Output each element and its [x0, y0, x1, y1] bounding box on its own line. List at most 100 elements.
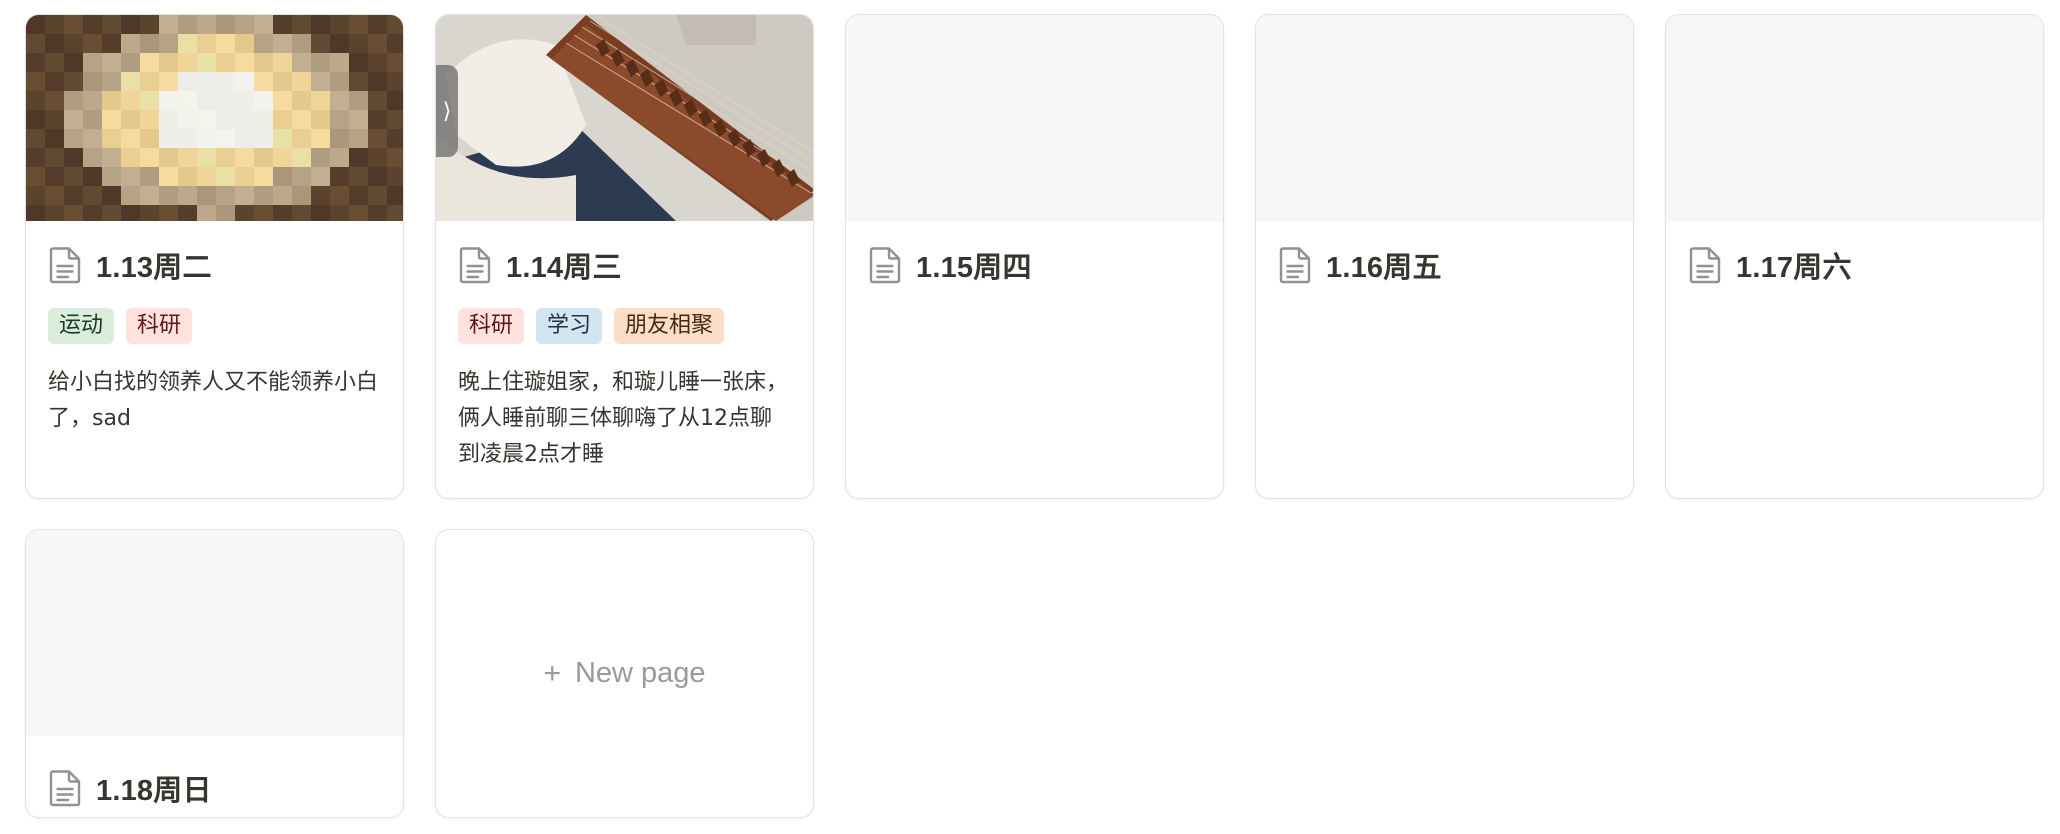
cover-mosaic-tile [216, 129, 235, 148]
cover-mosaic-tile [45, 15, 64, 34]
cover-mosaic-tile [311, 167, 330, 186]
cover-mosaic-tile [197, 34, 216, 53]
cover-mosaic-tile [83, 129, 102, 148]
cover-mosaic-tile [102, 167, 121, 186]
cover-mosaic-tile [387, 110, 403, 129]
gallery-card-1-14[interactable]: ⟩ 1.14周三 科研 学习 朋友相聚 晚上住璇姐家，和璇儿睡一张床，俩人睡前聊… [435, 14, 814, 499]
cover-mosaic-tile [140, 91, 159, 110]
cover-mosaic-tile [349, 167, 368, 186]
cover-mosaic-tile [368, 72, 387, 91]
cover-mosaic-tile [26, 91, 45, 110]
cover-mosaic-tile [159, 15, 178, 34]
cover-mosaic-tile [45, 91, 64, 110]
gallery-card-1-15[interactable]: 1.15周四 [845, 14, 1224, 499]
page-document-icon [868, 246, 902, 284]
cover-mosaic-tile [140, 34, 159, 53]
cover-mosaic-tile [254, 15, 273, 34]
cover-mosaic-tile [102, 205, 121, 221]
cover-mosaic-tile [273, 110, 292, 129]
card-tags: 科研 学习 朋友相聚 [458, 308, 725, 344]
cover-mosaic-tile [273, 167, 292, 186]
card-tags: 运动 科研 [48, 308, 193, 344]
cover-mosaic-tile [368, 129, 387, 148]
cover-mosaic-tile [368, 186, 387, 205]
cover-mosaic-tile [311, 72, 330, 91]
cover-mosaic-tile [254, 148, 273, 167]
page-document-icon [458, 246, 492, 284]
card-title-row: 1.17周六 [1688, 243, 1852, 287]
cover-mosaic-tile [121, 15, 140, 34]
gallery-view: 1.13周二 运动 科研 给小白找的领养人又不能领养小白了，sad ⟩ 1.14… [25, 14, 2045, 824]
cover-mosaic-tile [45, 110, 64, 129]
cover-mosaic-tile [121, 148, 140, 167]
cover-mosaic-tile [349, 186, 368, 205]
card-title: 1.15周四 [916, 252, 1032, 284]
cover-mosaic-tile [254, 34, 273, 53]
cover-mosaic-tile [254, 53, 273, 72]
cover-mosaic-tile [349, 72, 368, 91]
cover-mosaic-tile [121, 129, 140, 148]
cover-mosaic-tile [102, 148, 121, 167]
cover-mosaic-tile [83, 148, 102, 167]
cover-mosaic-tile [216, 72, 235, 91]
cover-mosaic-tile [102, 91, 121, 110]
cover-mosaic-tile [121, 110, 140, 129]
new-page-button[interactable]: + New page [435, 529, 814, 818]
cover-mosaic-tile [26, 53, 45, 72]
cover-mosaic-tile [178, 34, 197, 53]
cover-mosaic-tile [64, 205, 83, 221]
cover-mosaic-tile [387, 53, 403, 72]
cover-mosaic-tile [254, 186, 273, 205]
cover-mosaic-tile [197, 72, 216, 91]
cover-mosaic-tile [235, 186, 254, 205]
cover-mosaic-tile [26, 186, 45, 205]
card-note: 给小白找的领养人又不能领养小白了，sad [48, 370, 379, 431]
gallery-card-1-13[interactable]: 1.13周二 运动 科研 给小白找的领养人又不能领养小白了，sad [25, 14, 404, 499]
gallery-card-1-16[interactable]: 1.16周五 [1255, 14, 1634, 499]
cover-mosaic-tile [64, 15, 83, 34]
cover-mosaic-tile [26, 129, 45, 148]
cover-mosaic-tile [292, 15, 311, 34]
cover-mosaic-tile [45, 186, 64, 205]
cover-mosaic-tile [292, 53, 311, 72]
cover-mosaic-tile [102, 53, 121, 72]
cover-mosaic-tile [368, 148, 387, 167]
cover-mosaic-tile [26, 15, 45, 34]
cover-mosaic-tile [273, 205, 292, 221]
cover-mosaic-tile [311, 110, 330, 129]
cover-mosaic-tile [102, 129, 121, 148]
cover-mosaic-tile [64, 148, 83, 167]
cover-mosaic-tile [83, 205, 102, 221]
cover-mosaic-tile [178, 129, 197, 148]
cover-mosaic-tile [26, 34, 45, 53]
cover-mosaic-tile [235, 167, 254, 186]
cover-mosaic-tile [178, 167, 197, 186]
cover-mosaic-tile [330, 110, 349, 129]
cover-mosaic-tile [159, 53, 178, 72]
cover-mosaic-tile [121, 205, 140, 221]
cover-mosaic-tile [330, 53, 349, 72]
cover-mosaic-tile [216, 91, 235, 110]
cover-mosaic-tile [83, 91, 102, 110]
page-document-icon [1688, 246, 1722, 284]
cover-mosaic-tile [83, 72, 102, 91]
cover-mosaic-tile [292, 34, 311, 53]
card-cover-empty [26, 530, 403, 736]
gallery-card-1-18[interactable]: 1.18周日 [25, 529, 404, 818]
cover-mosaic-tile [178, 91, 197, 110]
cover-mosaic-tile [197, 205, 216, 221]
card-cover-image: ⟩ [436, 15, 813, 221]
tag-friends-gathering: 朋友相聚 [614, 308, 725, 344]
gallery-card-1-17[interactable]: 1.17周六 [1665, 14, 2044, 499]
cover-mosaic-tile [121, 167, 140, 186]
cover-mosaic-tile [121, 34, 140, 53]
cover-mosaic-tile [197, 15, 216, 34]
cover-mosaic-tile [368, 34, 387, 53]
cover-mosaic-tile [197, 129, 216, 148]
cover-mosaic-tile [292, 205, 311, 221]
cover-mosaic-tile [121, 53, 140, 72]
chevron-right-icon[interactable]: ⟩ [436, 65, 458, 157]
cover-mosaic-tile [216, 167, 235, 186]
cover-mosaic-tile [64, 53, 83, 72]
cover-mosaic-tile [387, 148, 403, 167]
